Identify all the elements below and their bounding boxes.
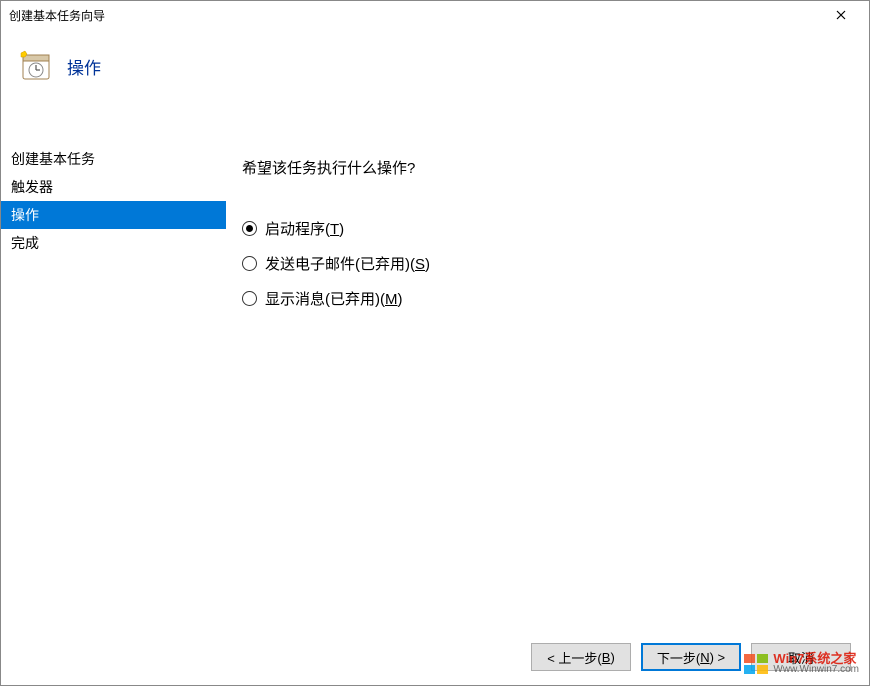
wizard-step-title: 操作 bbox=[67, 54, 101, 79]
action-question: 希望该任务执行什么操作? bbox=[242, 157, 853, 178]
action-radio-group: 启动程序(T) 发送电子邮件(已弃用)(S) 显示消息(已弃用)(M) bbox=[242, 218, 853, 309]
wizard-sidebar: 创建基本任务 触发器 操作 完成 bbox=[1, 139, 226, 629]
window-title: 创建基本任务向导 bbox=[9, 7, 821, 24]
radio-display-message[interactable]: 显示消息(已弃用)(M) bbox=[242, 288, 853, 309]
back-button[interactable]: < 上一步(B) bbox=[531, 643, 631, 671]
radio-icon bbox=[242, 221, 257, 236]
radio-start-program[interactable]: 启动程序(T) bbox=[242, 218, 853, 239]
radio-icon bbox=[242, 291, 257, 306]
close-icon bbox=[836, 10, 846, 20]
radio-icon bbox=[242, 256, 257, 271]
wizard-content: 创建基本任务 触发器 操作 完成 希望该任务执行什么操作? 启动程序(T) 发送… bbox=[1, 139, 869, 629]
radio-label: 显示消息(已弃用)(M) bbox=[265, 288, 403, 309]
wizard-header: 操作 bbox=[1, 29, 869, 139]
radio-label: 发送电子邮件(已弃用)(S) bbox=[265, 253, 430, 274]
sidebar-item-finish[interactable]: 完成 bbox=[1, 229, 226, 257]
next-button[interactable]: 下一步(N) > bbox=[641, 643, 741, 671]
titlebar: 创建基本任务向导 bbox=[1, 1, 869, 29]
sidebar-item-action[interactable]: 操作 bbox=[1, 201, 226, 229]
sidebar-item-create-basic-task[interactable]: 创建基本任务 bbox=[1, 145, 226, 173]
radio-label: 启动程序(T) bbox=[265, 218, 344, 239]
close-button[interactable] bbox=[821, 4, 861, 26]
wizard-main-panel: 希望该任务执行什么操作? 启动程序(T) 发送电子邮件(已弃用)(S) 显示消息… bbox=[226, 139, 869, 629]
cancel-button[interactable]: 取消 bbox=[751, 643, 851, 671]
wizard-footer: < 上一步(B) 下一步(N) > 取消 bbox=[1, 629, 869, 685]
wizard-step-icon bbox=[19, 49, 53, 83]
sidebar-item-trigger[interactable]: 触发器 bbox=[1, 173, 226, 201]
radio-send-email[interactable]: 发送电子邮件(已弃用)(S) bbox=[242, 253, 853, 274]
